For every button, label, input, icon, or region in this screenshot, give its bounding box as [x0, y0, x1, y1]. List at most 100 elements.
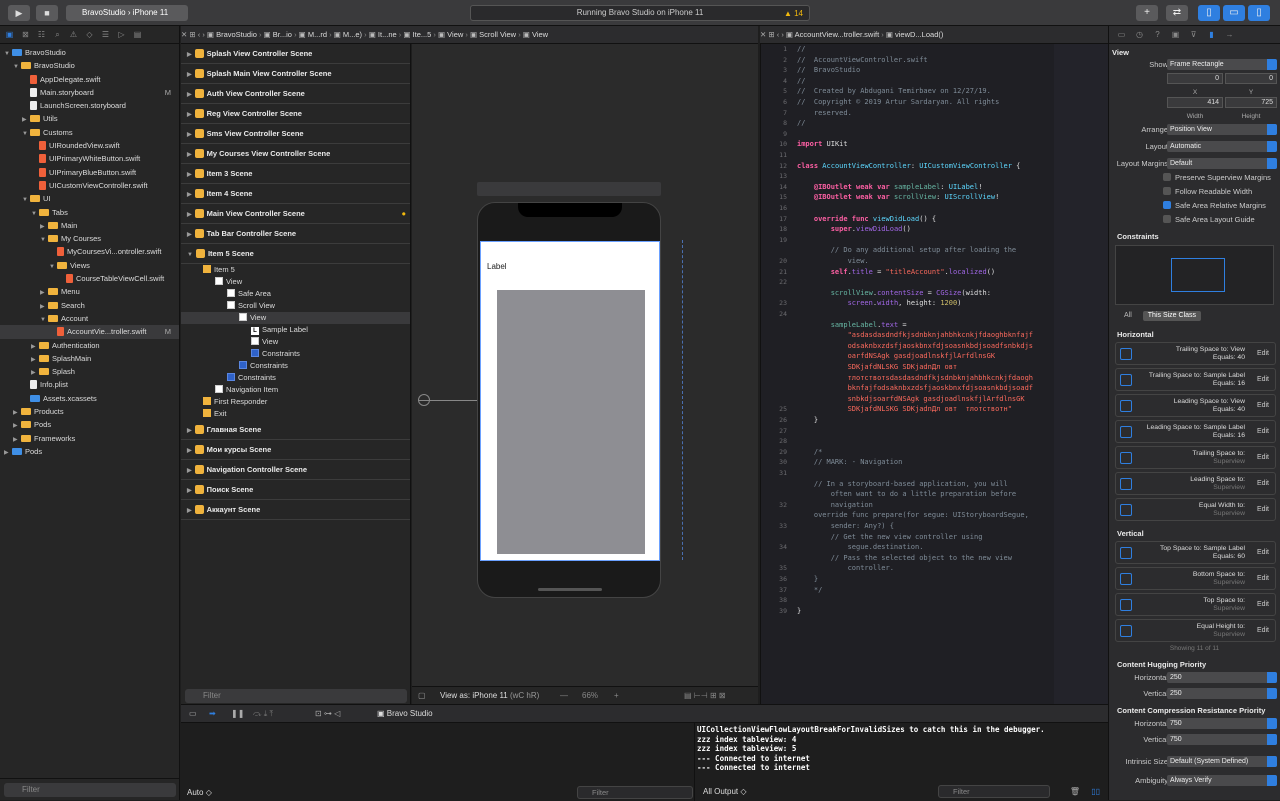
hide-debug-icon[interactable]: ▭ [189, 705, 197, 723]
outline-scene[interactable]: ▶ Sms View Controller Scene [181, 124, 410, 144]
disclosure-icon[interactable]: ▼ [187, 252, 193, 258]
edit-button[interactable]: Edit [1257, 428, 1269, 435]
navigator-item[interactable]: ▶ Utils [0, 112, 179, 125]
issue-icon[interactable]: ⚠ [69, 30, 78, 39]
disclosure-icon[interactable]: ▶ [187, 448, 192, 454]
outline-scene[interactable]: ▶ Reg View Controller Scene [181, 104, 410, 124]
report-icon[interactable]: ▤ [133, 30, 142, 39]
code-line[interactable]: often want to do a little preparation be… [797, 489, 1097, 500]
checkbox[interactable] [1163, 201, 1171, 209]
constraint-card[interactable]: Top Space to: Superview Edit [1115, 593, 1276, 616]
code-editor[interactable]: 1 2 3 4 5 6 7 8 9 10 11 12 13 14 15 16 17 18 19 20 21 22 23 24 2… [760, 44, 1108, 704]
hug-v-field[interactable]: 250 [1167, 688, 1277, 699]
disclosure-icon[interactable]: ▶ [187, 508, 192, 514]
auto-select[interactable]: Auto ◇ [187, 788, 212, 797]
debug-toggle-button[interactable]: ▭ [1223, 5, 1245, 21]
output-select[interactable]: All Output ◇ [703, 787, 747, 796]
segue-icon[interactable] [418, 394, 430, 406]
show-select[interactable]: Frame Rectangle [1167, 59, 1277, 70]
navigator-item[interactable]: UIRoundedView.swift [0, 139, 179, 152]
outline-scene[interactable]: ▶ Auth View Controller Scene [181, 84, 410, 104]
scene-dock[interactable] [477, 182, 661, 196]
checkbox[interactable] [1163, 215, 1171, 223]
search-icon[interactable]: ⌕ [53, 30, 62, 39]
navigator-item[interactable]: ▶ SplashMain [0, 352, 179, 365]
layout-tools-icon[interactable]: ▤ ⊢⊣ ⊞ ⊠ [684, 687, 726, 704]
outline-item[interactable]: Scroll View [181, 300, 410, 312]
navigator-item[interactable]: CourseTableViewCell.swift [0, 272, 179, 285]
disclosure-icon[interactable]: ▶ [187, 152, 192, 158]
navigator-item[interactable]: ▶ Products [0, 405, 179, 418]
outline-scene[interactable]: ▶ My Courses View Controller Scene [181, 144, 410, 164]
navigator-item[interactable]: ▶ Search [0, 299, 179, 312]
navigator-toggle-button[interactable]: ▯ [1198, 5, 1220, 21]
code-line[interactable]: self.title = "titleAccount".localized() [797, 267, 1097, 278]
outline-item[interactable]: Exit [181, 408, 410, 420]
outline-scene[interactable]: ▶ Мои курсы Scene [181, 440, 410, 460]
jump-item[interactable]: Scroll View [479, 30, 516, 39]
navigator-item[interactable]: ▶ Pods [0, 418, 179, 431]
edit-button[interactable]: Edit [1257, 402, 1269, 409]
navigator-item[interactable]: UIPrimaryBlueButton.swift [0, 166, 179, 179]
outline-item[interactable]: Navigation Item [181, 384, 410, 396]
navigator-filter-input[interactable]: Filter [4, 783, 176, 797]
navigator-item[interactable]: ▼ Customs [0, 126, 179, 139]
checkbox[interactable] [1163, 173, 1171, 181]
outline-item[interactable]: First Responder [181, 396, 410, 408]
navigator-item[interactable]: ▼ Account [0, 312, 179, 325]
jump-item[interactable]: M...e) [343, 30, 362, 39]
code-line[interactable]: reserved. [797, 108, 1097, 119]
breakpoint-icon[interactable]: ▷ [117, 30, 126, 39]
trash-icon[interactable]: 🗑 [1070, 787, 1080, 796]
code-line[interactable]: тлотствотsdasdasdndfkjsdnbknjahbhkcnkjfd… [797, 373, 1097, 384]
outline-item[interactable]: Safe Area [181, 288, 410, 300]
code-line[interactable]: // Pass the selected object to the new v… [797, 553, 1097, 564]
all-tab[interactable]: All [1119, 311, 1137, 321]
outline-scene[interactable]: ▶ Splash Main View Controller Scene [181, 64, 410, 84]
outline-item[interactable]: View [181, 336, 410, 348]
code-line[interactable]: @IBOutlet weak var scrollView: UIScrollV… [797, 192, 1097, 203]
edit-button[interactable]: Edit [1257, 575, 1269, 582]
code-line[interactable]: screen.width, height: 1200) [797, 298, 1097, 309]
code-line[interactable]: } [797, 415, 1097, 426]
disclosure-icon[interactable]: ▶ [187, 132, 192, 138]
code-line[interactable]: snbkdjsoarfdNSAgk gasdjoadlnskfjlArfdlns… [797, 394, 1097, 405]
code-line[interactable]: } [797, 606, 1097, 617]
disclosure-icon[interactable]: ▶ [187, 212, 192, 218]
intrinsic-select[interactable]: Default (System Defined) [1167, 756, 1277, 767]
test-icon[interactable]: ◇ [85, 30, 94, 39]
disclosure-icon[interactable]: ▶ [187, 72, 192, 78]
height-field[interactable]: 725 [1225, 97, 1277, 108]
edit-button[interactable]: Edit [1257, 350, 1269, 357]
disclosure-icon[interactable]: ▶ [187, 192, 192, 198]
navigator-item[interactable]: ▼ Views [0, 259, 179, 272]
code-line[interactable]: scrollView.contentSize = CGSize(width: [797, 288, 1097, 299]
edit-button[interactable]: Edit [1257, 627, 1269, 634]
disclosure-icon[interactable]: ▶ [187, 172, 192, 178]
step-over-icon[interactable]: ⤼ ⤓ ⤒ [253, 705, 273, 723]
outline-item[interactable]: View [181, 276, 410, 288]
ambiguity-select[interactable]: Always Verify [1167, 775, 1277, 786]
outline-toggle-icon[interactable]: ▢ [418, 687, 426, 704]
jump-item[interactable]: BravoStudio [216, 30, 257, 39]
code-line[interactable]: class AccountViewController: UICustomVie… [797, 161, 1097, 172]
layout-margins-select[interactable]: Default [1167, 158, 1277, 169]
navigator-item[interactable]: AppDelegate.swift [0, 73, 179, 86]
symbol-icon[interactable]: ☷ [37, 30, 46, 39]
code-line[interactable]: segue.destination. [797, 542, 1097, 553]
size-class-tab[interactable]: This Size Class [1142, 311, 1202, 321]
navigator-item[interactable]: ▶ Main [0, 219, 179, 232]
quick-help-icon[interactable]: ? [1153, 30, 1162, 39]
navigator-item[interactable]: MyCoursesVi...ontroller.swift [0, 245, 179, 258]
navigator-item[interactable]: ▶ Menu [0, 285, 179, 298]
code-line[interactable]: // BravoStudio [797, 65, 1097, 76]
navigator-item[interactable]: Main.storyboard M [0, 86, 179, 99]
disclosure-icon[interactable]: ▶ [187, 232, 192, 238]
jump-item[interactable]: viewD...Load() [895, 30, 943, 39]
constraint-card[interactable]: Trailing Space to: Sample Label Equals: 1… [1115, 368, 1276, 391]
edit-button[interactable]: Edit [1257, 454, 1269, 461]
outline-item[interactable]: Constraints [181, 348, 410, 360]
code-review-button[interactable]: ⇄ [1166, 5, 1188, 21]
debug-icon[interactable]: ☰ [101, 30, 110, 39]
split-icon[interactable]: ▯▯ [1091, 787, 1100, 796]
